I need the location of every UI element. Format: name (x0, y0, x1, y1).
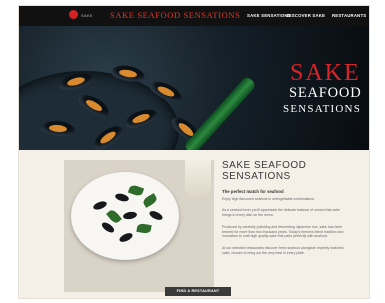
hero-banner: SAKE SEAFOOD SENSATIONS (19, 26, 369, 150)
section-title-line2: SENSATIONS (222, 171, 291, 182)
sake-glass-image (185, 160, 211, 198)
brand-logo-icon[interactable] (69, 10, 78, 19)
brand-title[interactable]: SAKE SEAFOOD SENSATIONS (110, 10, 240, 20)
section-subheading: The perfect match for seafood (222, 189, 284, 194)
page: SAKE SAKE SEAFOOD SENSATIONS SAKE SENSAT… (18, 5, 370, 299)
find-restaurant-button[interactable]: FIND A RESTAURANT (165, 287, 231, 296)
content-section: SAKE SEAFOOD SENSATIONS The perfect matc… (19, 150, 369, 298)
seafood-dish-photo (64, 160, 214, 292)
nav-link-restaurants[interactable]: RESTAURANTS (332, 13, 366, 18)
top-navigation: SAKE SAKE SEAFOOD SENSATIONS SAKE SENSAT… (19, 6, 369, 26)
body-paragraph: As a seafood lover you'll appreciate the… (222, 208, 340, 217)
plate-image (71, 172, 179, 260)
nav-link-discover-sake[interactable]: DISCOVER SAKE (287, 13, 325, 18)
brand-small-label: SAKE (81, 13, 93, 18)
body-paragraph: Enjoy high-flavoured seafood in unforget… (222, 197, 316, 201)
hero-heading-seafood: SEAFOOD (289, 85, 362, 101)
section-title: SAKE SEAFOOD (222, 160, 307, 171)
hero-heading-sake: SAKE (290, 60, 361, 86)
nav-link-sake-sensations[interactable]: SAKE SENSATIONS (247, 13, 291, 18)
sake-bottle-image (183, 75, 257, 150)
body-paragraph: Produced by carefully polishing and ferm… (222, 225, 344, 239)
body-paragraph: At our selected restaurants discover fre… (222, 246, 344, 255)
hero-heading-sensations: SENSATIONS (283, 103, 362, 115)
